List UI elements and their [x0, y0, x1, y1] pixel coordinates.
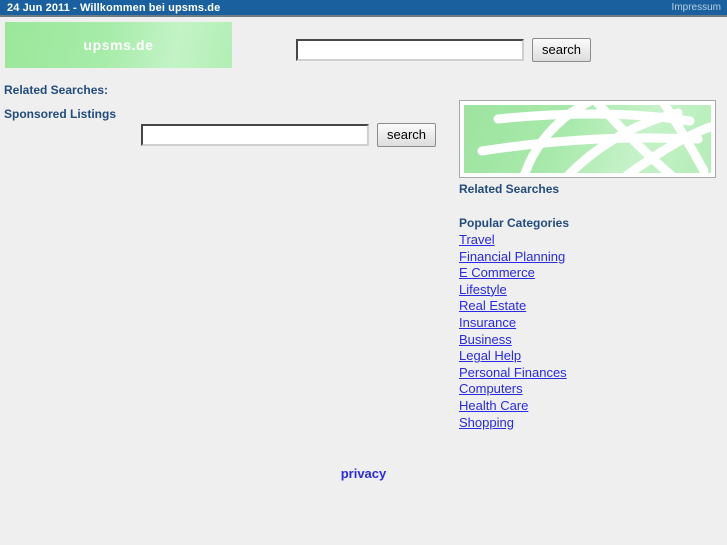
related-searches-banner[interactable] — [459, 100, 716, 178]
site-logo[interactable]: upsms.de — [5, 22, 232, 68]
list-item: Insurance — [459, 315, 567, 332]
category-link-personal-finances[interactable]: Personal Finances — [459, 365, 567, 380]
header-bar: 24 Jun 2011 - Willkommen bei upsms.de Im… — [0, 0, 727, 17]
site-logo-label: upsms.de — [83, 37, 154, 53]
list-item: Shopping — [459, 415, 567, 432]
list-item: Computers — [459, 381, 567, 398]
list-item: Legal Help — [459, 348, 567, 365]
page-title: 24 Jun 2011 - Willkommen bei upsms.de — [7, 2, 221, 14]
main-search-button[interactable]: search — [377, 123, 437, 147]
category-link-computers[interactable]: Computers — [459, 381, 523, 396]
category-link-legal-help[interactable]: Legal Help — [459, 348, 521, 363]
top-search-button[interactable]: search — [532, 38, 592, 62]
related-searches-heading: Related Searches: — [4, 83, 109, 97]
green-globe-grid-icon — [464, 105, 711, 173]
main-search-form: search — [141, 123, 437, 147]
top-search-input[interactable] — [296, 39, 524, 61]
list-item: Business — [459, 332, 567, 349]
main-search-input[interactable] — [141, 124, 369, 146]
list-item: Real Estate — [459, 298, 567, 315]
top-search-form: search — [296, 38, 592, 62]
list-item: Travel — [459, 232, 567, 249]
list-item: Lifestyle — [459, 282, 567, 299]
list-item: E Commerce — [459, 265, 567, 282]
category-link-lifestyle[interactable]: Lifestyle — [459, 282, 507, 297]
list-item: Personal Finances — [459, 365, 567, 382]
list-item: Financial Planning — [459, 249, 567, 266]
category-link-business[interactable]: Business — [459, 332, 512, 347]
category-link-travel[interactable]: Travel — [459, 232, 495, 247]
list-item: Health Care — [459, 398, 567, 415]
popular-categories-list: Travel Financial Planning E Commerce Lif… — [459, 232, 567, 431]
sponsored-listings-heading: Sponsored Listings — [4, 107, 117, 121]
privacy-link[interactable]: privacy — [0, 466, 727, 481]
category-link-real-estate[interactable]: Real Estate — [459, 298, 526, 313]
category-link-e-commerce[interactable]: E Commerce — [459, 265, 535, 280]
category-link-financial-planning[interactable]: Financial Planning — [459, 249, 565, 264]
popular-categories-heading: Popular Categories — [459, 216, 570, 230]
banner-caption: Related Searches — [459, 182, 560, 196]
category-link-insurance[interactable]: Insurance — [459, 315, 516, 330]
category-link-shopping[interactable]: Shopping — [459, 415, 514, 430]
category-link-health-care[interactable]: Health Care — [459, 398, 528, 413]
impressum-link[interactable]: Impressum — [672, 2, 721, 13]
